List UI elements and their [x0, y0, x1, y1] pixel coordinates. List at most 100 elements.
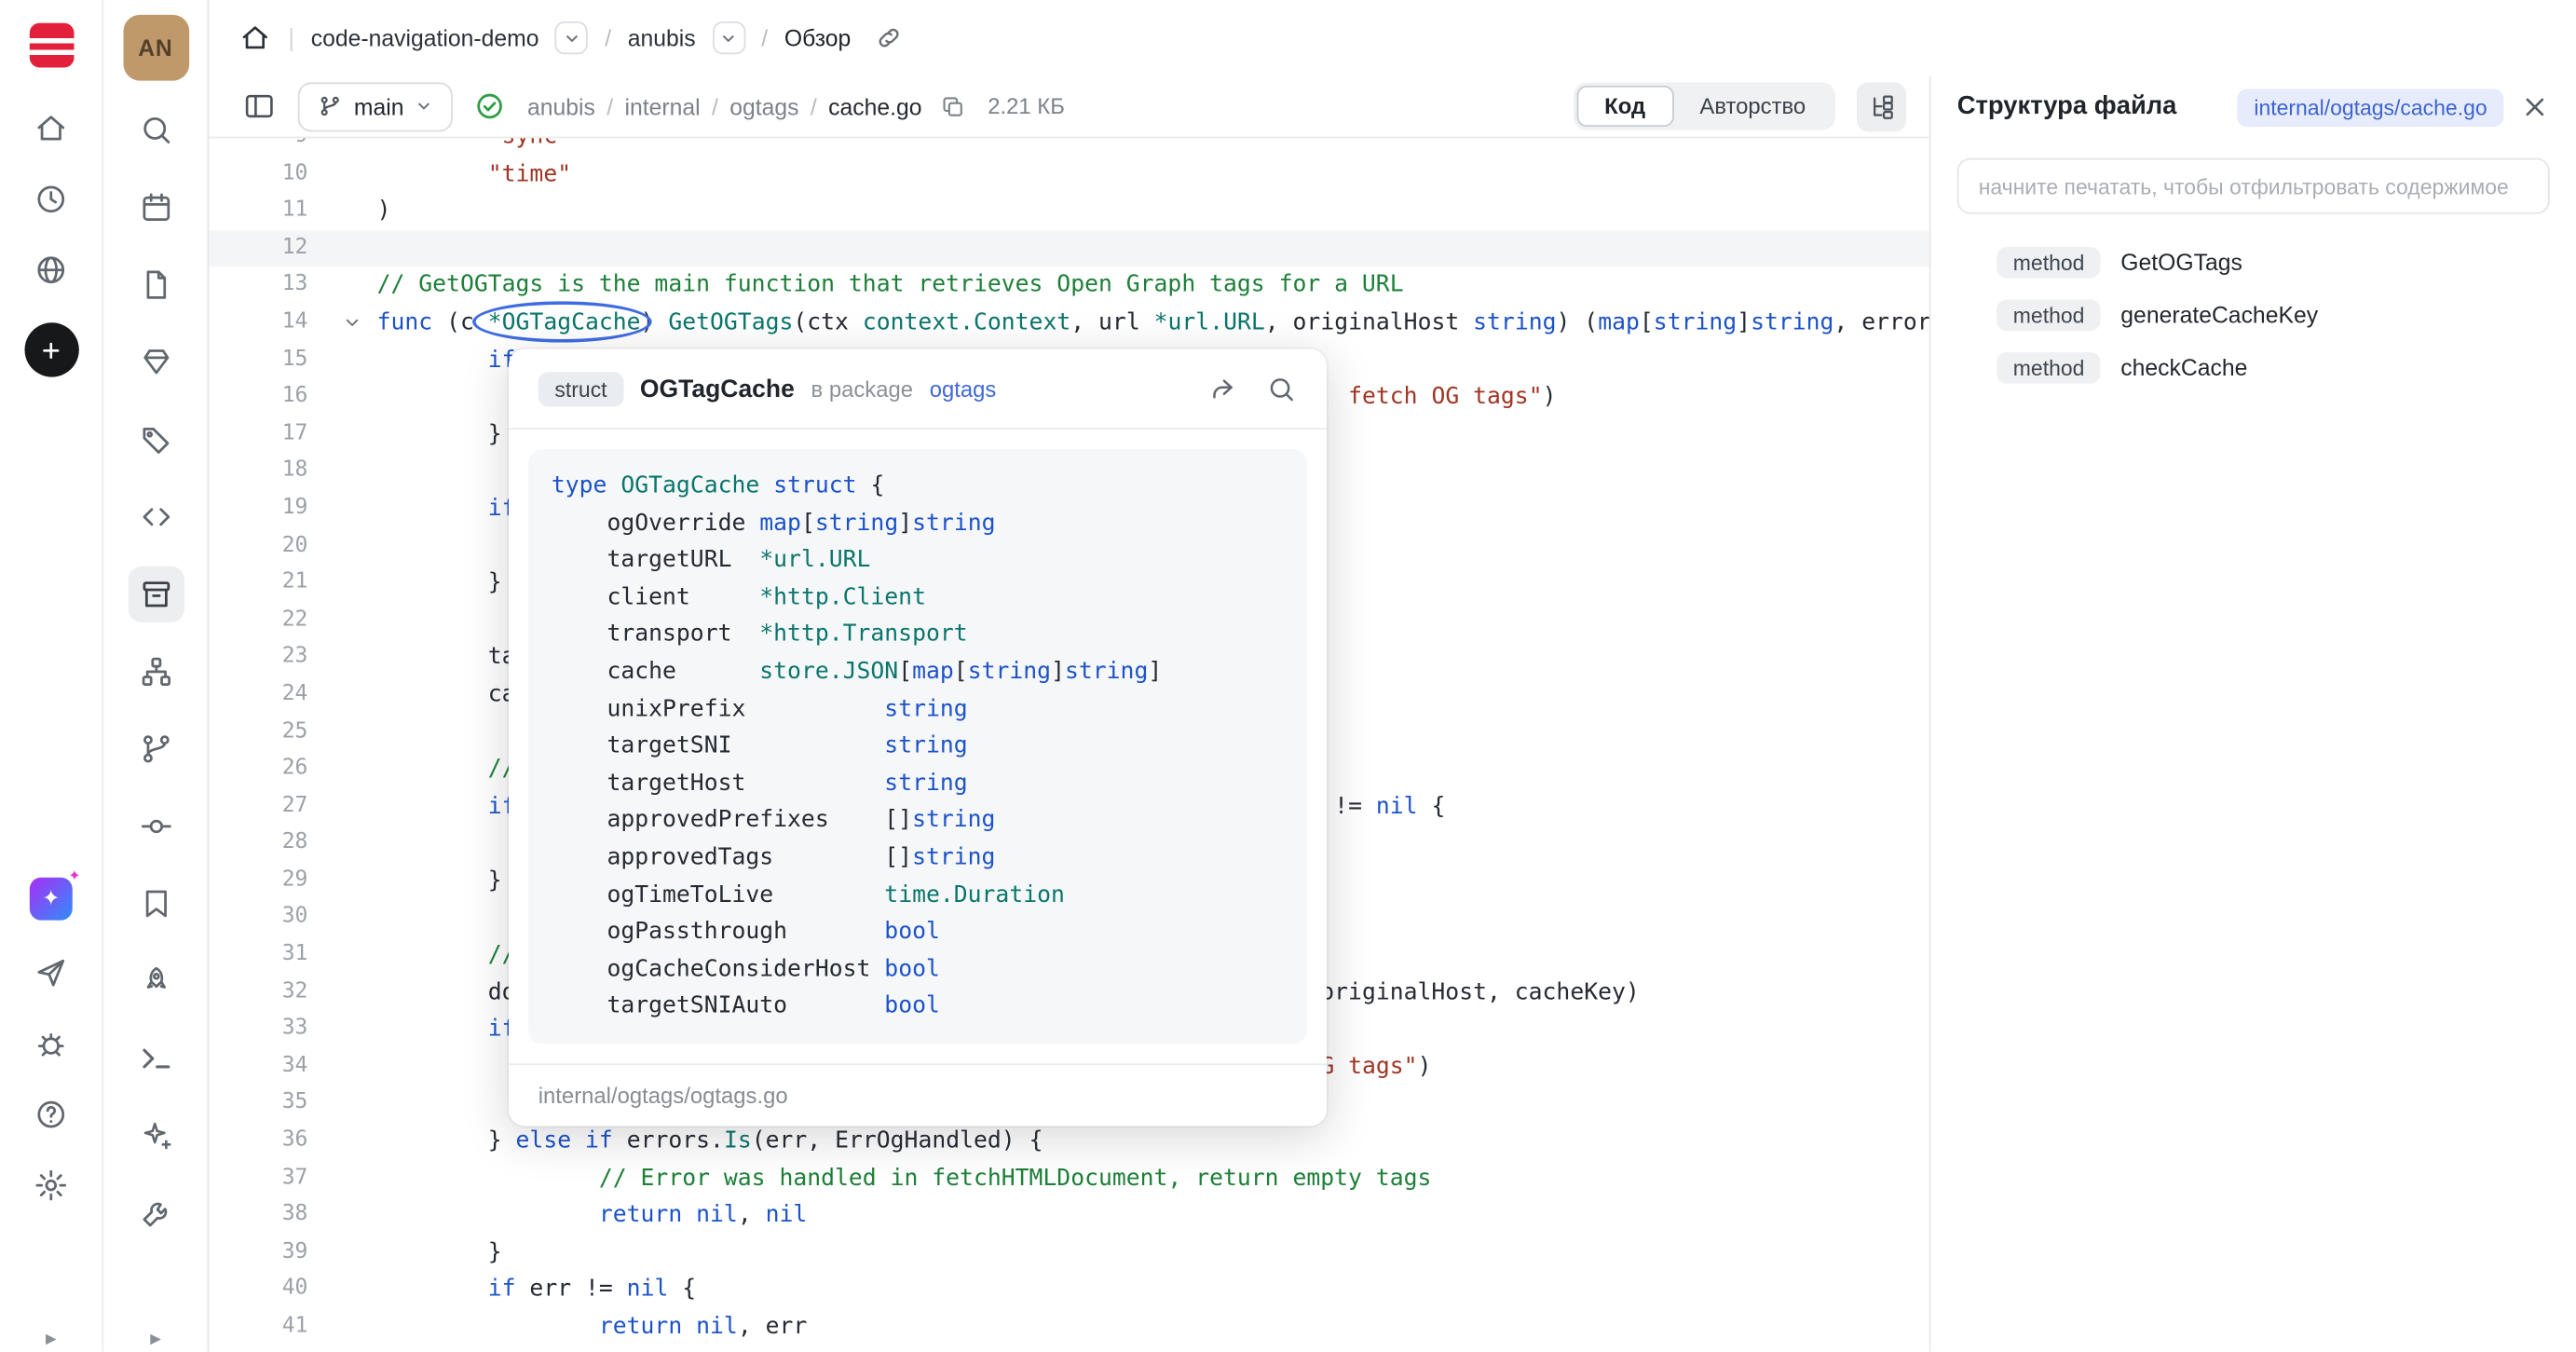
branch-icon[interactable] [128, 721, 184, 777]
create-button[interactable] [24, 322, 78, 376]
breadcrumb-repo[interactable]: anubis [628, 25, 696, 51]
code-pane: main anubis/ internal/ ogtags/ cache.go … [209, 75, 1929, 1351]
line-number[interactable]: 18 [209, 453, 327, 490]
find-usages-icon[interactable] [1266, 374, 1298, 405]
toggle-sidebar-icon[interactable] [242, 89, 277, 123]
line-number[interactable]: 27 [209, 788, 327, 826]
structure-item[interactable]: methodcheckCache [1930, 342, 2576, 391]
breadcrumb-project[interactable]: code-navigation-demo [311, 25, 539, 51]
close-icon[interactable] [2520, 92, 2550, 122]
tab-code[interactable]: Код [1576, 86, 1673, 127]
app-logo-icon[interactable] [29, 23, 74, 68]
code-editor[interactable]: 9 "sync"10 "time"11)1213// GetOGTags is … [209, 138, 1929, 1351]
line-number[interactable]: 21 [209, 565, 327, 602]
symbol-source-file[interactable]: internal/ogtags/ogtags.go [509, 1063, 1327, 1126]
structure-filter-input[interactable] [1957, 158, 2550, 214]
line-number[interactable]: 33 [209, 1011, 327, 1048]
code-line: 36 } else if errors.Is(err, ErrOgHandled… [209, 1123, 1929, 1160]
label-icon[interactable] [128, 876, 184, 932]
fold-chevron-icon[interactable] [328, 305, 377, 342]
hierarchy-icon[interactable] [128, 644, 184, 700]
rocket-icon[interactable] [128, 953, 184, 1009]
line-number[interactable]: 20 [209, 527, 327, 565]
line-number[interactable]: 22 [209, 602, 327, 639]
popup-code-line: unixPrefix string [552, 690, 1284, 728]
line-number[interactable]: 25 [209, 714, 327, 751]
document-icon[interactable] [128, 257, 184, 313]
path-repo[interactable]: anubis [527, 93, 595, 119]
repo-dropdown-button[interactable] [712, 21, 744, 54]
line-number[interactable]: 10 [209, 156, 327, 193]
file-structure-toggle[interactable] [1857, 81, 1906, 130]
calendar-icon[interactable] [128, 180, 184, 236]
commit-icon[interactable] [128, 799, 184, 854]
send-icon[interactable] [33, 955, 69, 991]
breadcrumb-page[interactable]: Обзор [784, 25, 851, 51]
settings-icon[interactable] [33, 1168, 69, 1204]
tag-icon[interactable] [128, 412, 184, 468]
code-line: 11) [209, 193, 1929, 230]
line-number[interactable]: 34 [209, 1048, 327, 1086]
line-number[interactable]: 19 [209, 490, 327, 527]
structure-list: methodGetOGTagsmethodgenerateCacheKeymet… [1930, 237, 2576, 391]
go-to-definition-icon[interactable] [1206, 374, 1238, 405]
line-number[interactable]: 11 [209, 193, 327, 230]
line-number[interactable]: 13 [209, 267, 327, 305]
line-number[interactable]: 23 [209, 639, 327, 676]
structure-item[interactable]: methodGetOGTags [1930, 237, 2576, 286]
avatar[interactable]: AN [123, 15, 189, 81]
history-icon[interactable] [33, 181, 69, 217]
assistant-icon[interactable]: ✦ [30, 878, 73, 921]
line-number[interactable]: 30 [209, 900, 327, 937]
terminal-icon[interactable] [128, 1031, 184, 1086]
code-line: 41 return nil, err [209, 1309, 1929, 1346]
expand-workspace-rail-button[interactable]: ▸ [150, 1327, 161, 1348]
line-number[interactable]: 41 [209, 1309, 327, 1346]
line-number[interactable]: 36 [209, 1123, 327, 1160]
line-number[interactable]: 29 [209, 863, 327, 900]
branch-selector[interactable]: main [298, 81, 454, 130]
line-number[interactable]: 17 [209, 417, 327, 454]
line-number[interactable]: 26 [209, 751, 327, 788]
line-number[interactable]: 31 [209, 936, 327, 974]
popup-code-line: client *http.Client [552, 580, 1284, 617]
line-number[interactable]: 16 [209, 379, 327, 417]
sparkle-icon[interactable] [128, 1108, 184, 1164]
code-icon[interactable] [128, 489, 184, 545]
help-icon[interactable] [33, 1097, 69, 1133]
line-number[interactable]: 39 [209, 1235, 327, 1272]
panel-file-badge[interactable]: internal/ogtags/cache.go [2238, 89, 2504, 127]
line-number[interactable]: 38 [209, 1197, 327, 1235]
bug-icon[interactable] [33, 1026, 69, 1062]
copy-path-icon[interactable] [940, 93, 966, 119]
globe-icon[interactable] [33, 252, 69, 288]
line-number[interactable]: 14 [209, 305, 327, 342]
line-number[interactable]: 35 [209, 1086, 327, 1123]
line-number[interactable]: 12 [209, 230, 327, 267]
popup-code-line: targetHost string [552, 765, 1284, 802]
search-icon[interactable] [128, 102, 184, 158]
copy-link-icon[interactable] [874, 23, 904, 53]
line-number[interactable]: 37 [209, 1160, 327, 1197]
structure-item[interactable]: methodgenerateCacheKey [1930, 290, 2576, 339]
pipeline-success-icon[interactable] [474, 90, 506, 122]
symbol-definition-code: type OGTagCache struct { ogOverride map[… [528, 449, 1307, 1044]
line-number[interactable]: 40 [209, 1272, 327, 1309]
home-breadcrumb-icon[interactable] [239, 21, 271, 54]
line-number[interactable]: 28 [209, 826, 327, 863]
repository-icon[interactable] [128, 567, 184, 622]
package-link[interactable]: ogtags [930, 377, 997, 403]
path-subdir[interactable]: ogtags [729, 93, 798, 119]
gem-icon[interactable] [128, 335, 184, 390]
line-number[interactable]: 15 [209, 342, 327, 379]
tab-authorship[interactable]: Авторство [1673, 86, 1832, 127]
line-number[interactable]: 24 [209, 676, 327, 714]
line-number[interactable]: 32 [209, 974, 327, 1011]
symbol-kind-badge: method [1997, 246, 2101, 278]
home-icon[interactable] [33, 110, 69, 146]
expand-rail-button[interactable]: ▸ [46, 1327, 57, 1348]
line-number[interactable]: 9 [209, 138, 327, 156]
path-dir[interactable]: internal [625, 93, 701, 119]
wrench-icon[interactable] [128, 1185, 184, 1241]
project-dropdown-button[interactable] [555, 21, 588, 54]
